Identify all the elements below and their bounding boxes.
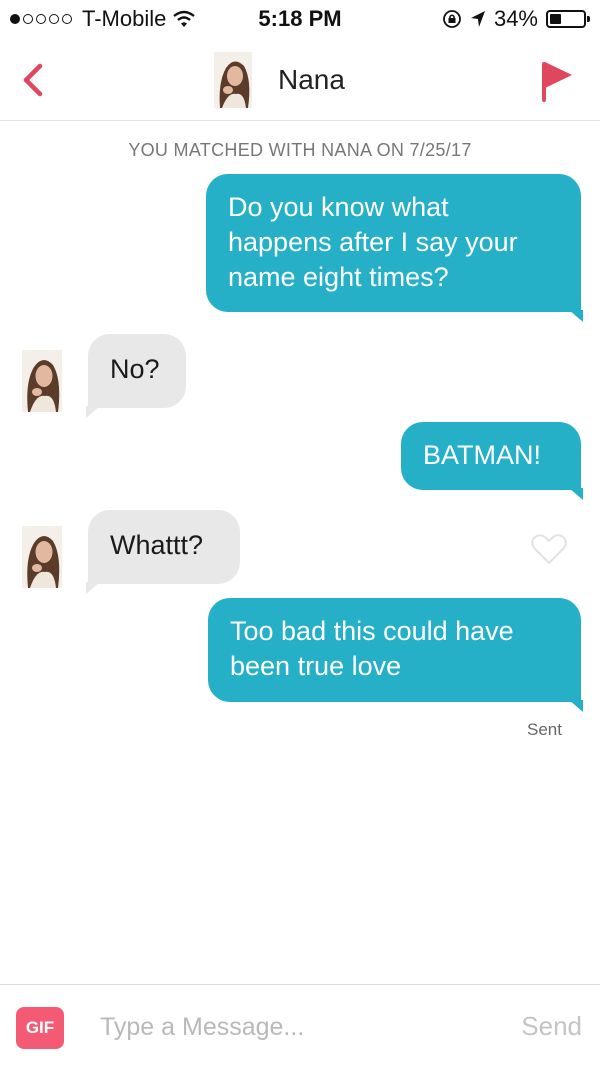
message-text: No? (110, 354, 160, 384)
gif-button[interactable]: GIF (16, 1007, 64, 1049)
flag-icon[interactable] (536, 58, 576, 104)
orientation-lock-icon (443, 10, 461, 28)
sent-message[interactable]: BATMAN! (401, 422, 583, 500)
received-message[interactable]: No? (86, 334, 186, 418)
sent-message[interactable]: Too bad this could have been true love (208, 598, 583, 712)
message-line: name eight times? (228, 262, 449, 292)
status-bar: T-Mobile 5:18 PM 34% (0, 0, 600, 40)
message-line: happens after I say your (228, 227, 518, 257)
battery-icon (546, 10, 590, 28)
bubble-tail (86, 406, 100, 418)
message-line: Do you know what (228, 192, 449, 222)
message-input[interactable] (100, 1007, 480, 1047)
status-right-group: 34% (442, 6, 590, 32)
avatar[interactable] (22, 526, 62, 588)
message-text: BATMAN! (423, 440, 542, 470)
location-arrow-icon (470, 11, 485, 27)
avatar[interactable] (22, 350, 62, 412)
bubble-tail (569, 488, 583, 500)
send-button[interactable]: Send (521, 1011, 582, 1042)
message-line: been true love (230, 651, 402, 681)
bubble-tail (569, 310, 583, 322)
bubble-tail (569, 700, 583, 712)
sent-message[interactable]: Do you know what happens after I say you… (206, 174, 583, 322)
chat-header: Nana (0, 40, 600, 121)
sent-status: Sent (527, 720, 562, 739)
battery-percent: 34% (493, 6, 538, 31)
received-message[interactable]: Whattt? (86, 510, 240, 594)
message-composer: GIF Send (0, 984, 600, 1066)
chat-title[interactable]: Nana (278, 64, 345, 96)
avatar[interactable] (214, 52, 252, 108)
chevron-left-icon[interactable] (14, 60, 54, 100)
match-notice: YOU MATCHED WITH NANA ON 7/25/17 (128, 140, 472, 160)
message-text: Whattt? (110, 530, 204, 560)
bubble-tail (86, 582, 100, 594)
heart-icon[interactable] (530, 532, 568, 566)
message-line: Too bad this could have (230, 616, 514, 646)
